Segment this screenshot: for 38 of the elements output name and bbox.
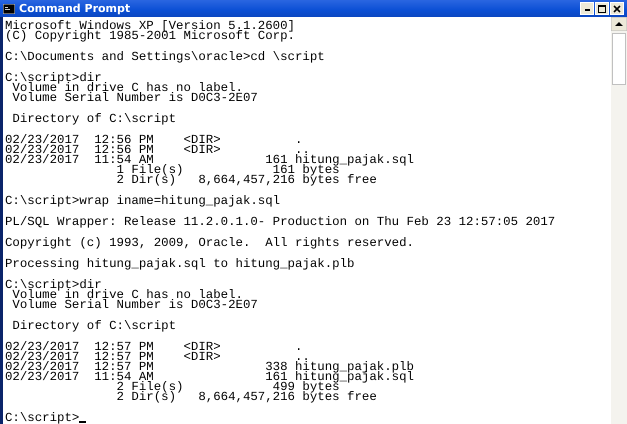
console-line: 02/23/2017 12:56 PM <DIR> ..: [5, 145, 310, 155]
console-line: C:\script>wrap iname=hitung_pajak.sql: [5, 196, 280, 206]
minimize-icon: [584, 9, 590, 11]
console-line: 02/23/2017 11:54 AM 161 hitung_pajak.sql: [5, 372, 414, 382]
console-line: Processing hitung_pajak.sql to hitung_pajak.plb: [5, 259, 354, 269]
console-line: Volume in drive C has no label.: [12, 290, 243, 300]
console-line: 2 File(s) 499 bytes: [116, 382, 340, 392]
console-line: 02/23/2017 12:56 PM <DIR> .: [5, 135, 302, 145]
console-line: PL/SQL Wrapper: Release 11.2.0.1.0- Production on Thu Feb 23 12:57:05 2017: [5, 217, 556, 227]
console-line: Copyright (c) 1993, 2009, Oracle. All rights reserved.: [5, 238, 414, 248]
console-line: Volume in drive C has no label.: [12, 83, 243, 93]
console-line: Directory of C:\script: [11, 114, 176, 124]
scrollbar[interactable]: [611, 17, 627, 424]
console-line: 02/23/2017 12:57 PM <DIR> .: [5, 342, 302, 352]
console-line: (C) Copyright 1985-2001 Microsoft Corp.: [5, 31, 295, 41]
minimize-button[interactable]: [580, 2, 594, 15]
console-line: Microsoft Windows XP [Version 5.1.2600]: [5, 21, 295, 31]
console-line: 2 Dir(s) 8,664,457,216 bytes free: [116, 175, 377, 185]
scrollbar-thumb[interactable]: [612, 33, 626, 85]
console-line: 02/23/2017 12:57 PM 338 hitung_pajak.plb: [5, 362, 414, 372]
console-line: 1 File(s) 161 bytes: [116, 165, 340, 175]
maximize-button[interactable]: [595, 2, 609, 15]
console-line: C:\script>: [5, 413, 80, 423]
console-line: 02/23/2017 11:54 AM 161 hitung_pajak.sql: [5, 155, 414, 165]
console-line: Volume Serial Number is D0C3-2E07: [11, 300, 258, 310]
scroll-up-icon[interactable]: [611, 17, 627, 31]
close-icon: [613, 4, 621, 12]
console-line: C:\script>dir: [5, 73, 102, 83]
close-button[interactable]: [610, 2, 624, 15]
console-icon: [3, 4, 15, 14]
console-line: C:\script>dir: [5, 280, 102, 290]
console-line: C:\Documents and Settings\oracle>cd \script: [5, 52, 325, 62]
console-line: 2 Dir(s) 8,664,457,216 bytes free: [116, 392, 377, 402]
maximize-icon: [598, 4, 606, 12]
console-line: 02/23/2017 12:57 PM <DIR> ..: [5, 352, 310, 362]
console-line: Volume Serial Number is D0C3-2E07: [11, 93, 258, 103]
console-line: Directory of C:\script: [11, 321, 176, 331]
window-title: Command Prompt: [19, 2, 132, 15]
